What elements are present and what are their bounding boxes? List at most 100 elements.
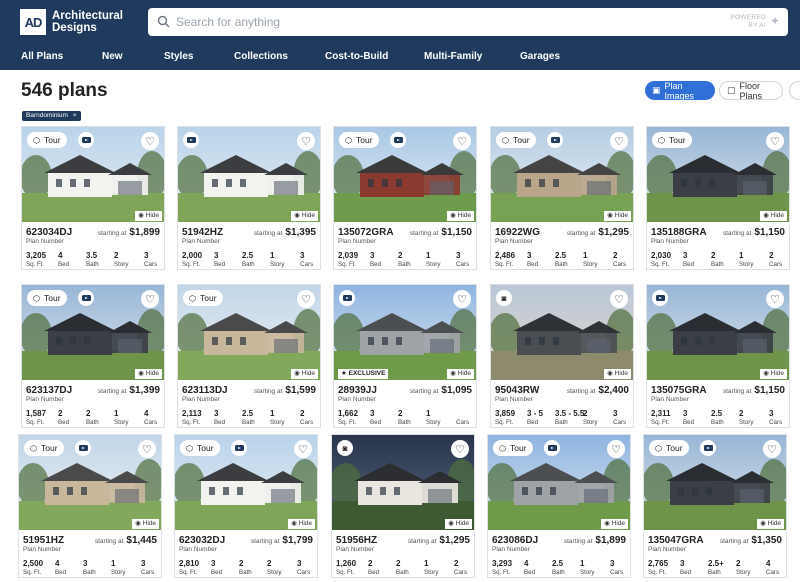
plan-card[interactable]: ⬡ Tour ♡ ◉ Hide 623113DJ Plan Number starting … [177,284,321,428]
plan-number[interactable]: 135188GRA [651,227,707,238]
favorite-heart-icon[interactable]: ♡ [141,132,159,150]
plan-images-toggle[interactable]: ▣ Plan Images [645,81,715,101]
favorite-heart-icon[interactable]: ♡ [610,290,628,308]
video-badge[interactable] [547,132,563,148]
nav-new[interactable]: New [102,51,123,62]
tour-badge[interactable]: ⬡ Tour [649,440,689,456]
tour-badge[interactable]: ⬡ Tour [496,132,536,148]
nav-all-plans[interactable]: All Plans [21,51,63,62]
favorite-heart-icon[interactable]: ♡ [763,440,781,458]
spec-story: 1 [424,559,429,568]
plan-number[interactable]: 28939JJ [338,385,377,396]
plan-card[interactable]: ⬡ Tour ♡ ◉ Hide 623086DJ Plan Number starting … [487,434,631,578]
plan-number[interactable]: 623086DJ [492,535,538,546]
hide-button[interactable]: ◉ Hide [604,211,631,221]
video-badge[interactable] [544,440,560,456]
tour-badge[interactable]: ⬡ Tour [652,132,692,148]
nav-garages[interactable]: Garages [520,51,560,62]
plan-number[interactable]: 623032DJ [179,535,225,546]
plan-card[interactable]: ◙ ♡ ◉ Hide 51956HZ Plan Number starting at $1,… [331,434,475,578]
plan-card[interactable]: ⬡ Tour ♡ ◉ Hide 16922WG Plan Number starting a… [490,126,634,270]
plan-card[interactable]: ⬡ Tour ♡ ◉ Hide 135188GRA Plan Number starting… [646,126,790,270]
favorite-heart-icon[interactable]: ♡ [297,132,315,150]
spec-cars-label: Cars [769,419,783,426]
hide-button[interactable]: ◉ Hide [132,519,159,529]
nav-collections[interactable]: Collections [234,51,288,62]
hide-button[interactable]: ◉ Hide [135,211,162,221]
search-input[interactable]: Search for anything POWERED BY AI ✦ [148,8,788,36]
plan-card[interactable]: ⬡ Tour ♡ ◉ Hide 135072GRA Plan Number starting… [333,126,477,270]
plan-card[interactable]: ♡ ◉ Hide 51942HZ Plan Number starting at $1,3… [177,126,321,270]
hide-button[interactable]: ◉ Hide [291,369,318,379]
more-views-button[interactable] [789,81,800,100]
photo-badge[interactable]: ◙ [496,290,512,306]
nav-cost-to-build[interactable]: Cost-to-Build [325,51,388,62]
video-badge[interactable] [75,440,91,456]
tour-badge[interactable]: ⬡ Tour [27,290,67,306]
favorite-heart-icon[interactable]: ♡ [141,290,159,308]
plan-number[interactable]: 51942HZ [182,227,223,238]
video-badge[interactable] [339,290,355,306]
hide-button[interactable]: ◉ Hide [135,369,162,379]
plan-number[interactable]: 135072GRA [338,227,394,238]
tour-badge[interactable]: ⬡ Tour [27,132,67,148]
video-badge[interactable] [652,290,668,306]
video-badge[interactable] [700,440,716,456]
plan-card[interactable]: ♡ ◉ Hide 135075GRA Plan Number starting at $1… [646,284,790,428]
video-badge[interactable] [78,290,94,306]
hide-button[interactable]: ◉ Hide [445,519,472,529]
plan-card[interactable]: ⬡ Tour ♡ ◉ Hide 623034DJ Plan Number starting … [21,126,165,270]
plan-card[interactable]: ⬡ Tour ♡ ◉ Hide 623137DJ Plan Number starting … [21,284,165,428]
plan-card[interactable]: ⬡ Tour ♡ ◉ Hide 135047GRA Plan Number starting… [643,434,787,578]
favorite-heart-icon[interactable]: ♡ [610,132,628,150]
tour-badge[interactable]: ⬡ Tour [493,440,533,456]
filter-chip[interactable]: Barndominium × [22,111,81,121]
video-badge[interactable] [390,132,406,148]
plan-number[interactable]: 623034DJ [26,227,72,238]
tour-badge[interactable]: ⬡ Tour [339,132,379,148]
tour-badge[interactable]: ⬡ Tour [24,440,64,456]
plan-number[interactable]: 16922WG [495,227,540,238]
hide-button[interactable]: ◉ Hide [604,369,631,379]
plan-card[interactable]: ⬡ Tour ♡ ◉ Hide 51951HZ Plan Number starting a… [18,434,162,578]
video-badge[interactable] [231,440,247,456]
favorite-heart-icon[interactable]: ♡ [294,440,312,458]
hide-button[interactable]: ◉ Hide [760,211,787,221]
favorite-heart-icon[interactable]: ♡ [297,290,315,308]
favorite-heart-icon[interactable]: ♡ [766,132,784,150]
nav-multi-family[interactable]: Multi-Family [424,51,482,62]
video-badge[interactable] [183,132,199,148]
tour-badge[interactable]: ⬡ Tour [180,440,220,456]
favorite-heart-icon[interactable]: ♡ [766,290,784,308]
plan-number[interactable]: 51951HZ [23,535,64,546]
close-icon[interactable]: × [73,112,77,119]
favorite-heart-icon[interactable]: ♡ [453,132,471,150]
hide-button[interactable]: ◉ Hide [757,519,784,529]
cube-icon: ⬡ [30,443,37,453]
plan-number[interactable]: 51956HZ [336,535,377,546]
hide-button[interactable]: ◉ Hide [447,369,474,379]
photo-badge[interactable]: ◙ [337,440,353,456]
plan-card[interactable]: ⬡ Tour ♡ ◉ Hide 623032DJ Plan Number starting … [174,434,318,578]
plan-number[interactable]: 135075GRA [651,385,707,396]
plan-card[interactable]: ♡ ★ EXCLUSIVE ◉ Hide 28939JJ Plan Number star… [333,284,477,428]
plan-number[interactable]: 623113DJ [182,385,228,396]
favorite-heart-icon[interactable]: ♡ [451,440,469,458]
nav-styles[interactable]: Styles [164,51,193,62]
floor-plans-toggle[interactable]: ▢ Floor Plans [719,81,783,101]
plan-card[interactable]: ◙ ♡ ◉ Hide 95043RW Plan Number starting at $2,… [490,284,634,428]
plan-number[interactable]: 95043RW [495,385,539,396]
site-logo[interactable]: AD Architectural Designs [20,9,123,35]
plan-number[interactable]: 623137DJ [26,385,72,396]
favorite-heart-icon[interactable]: ♡ [138,440,156,458]
tour-badge[interactable]: ⬡ Tour [183,290,223,306]
hide-button[interactable]: ◉ Hide [601,519,628,529]
hide-button[interactable]: ◉ Hide [447,211,474,221]
hide-button[interactable]: ◉ Hide [288,519,315,529]
video-badge[interactable] [78,132,94,148]
favorite-heart-icon[interactable]: ♡ [453,290,471,308]
hide-button[interactable]: ◉ Hide [760,369,787,379]
hide-button[interactable]: ◉ Hide [291,211,318,221]
favorite-heart-icon[interactable]: ♡ [607,440,625,458]
plan-number[interactable]: 135047GRA [648,535,704,546]
